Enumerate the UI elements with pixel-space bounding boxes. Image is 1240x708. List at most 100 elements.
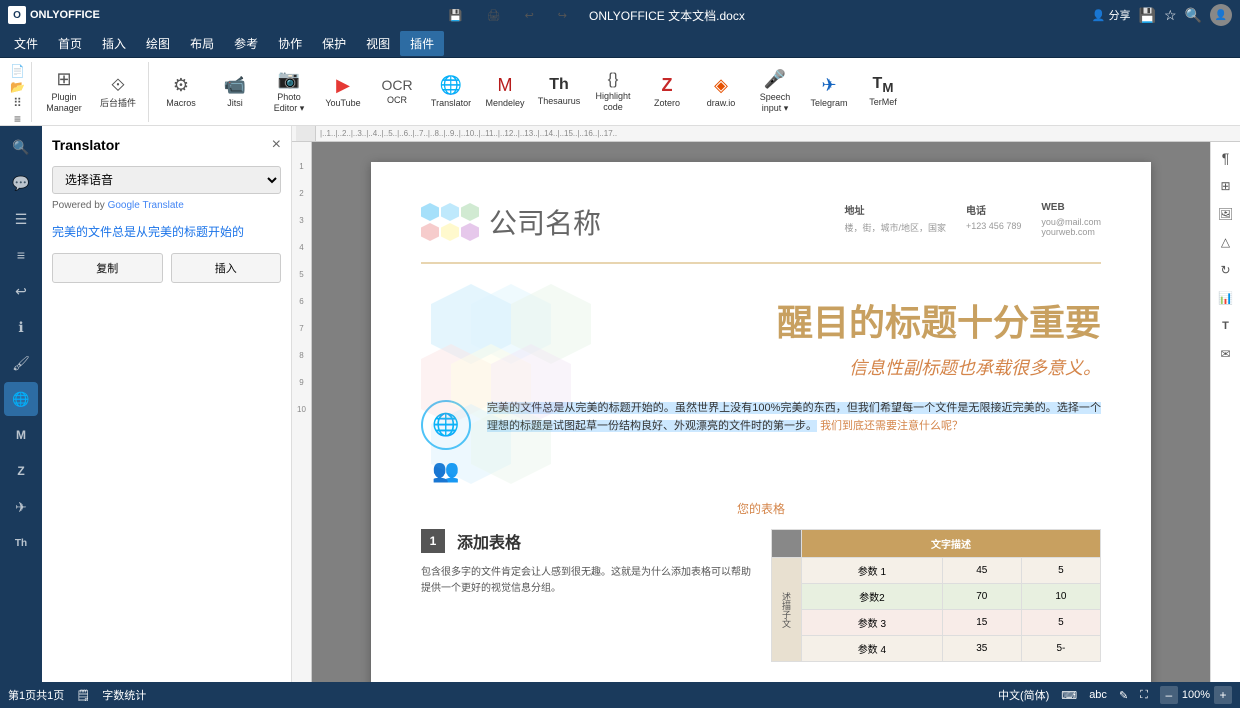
para-icon[interactable]: ¶ bbox=[1214, 146, 1238, 170]
sidebar-track[interactable]: ↩ bbox=[4, 274, 38, 308]
jitsi-label: Jitsi bbox=[227, 98, 243, 109]
ruler-corner bbox=[296, 126, 316, 142]
quick-print[interactable]: 🖨 bbox=[485, 7, 503, 24]
favorite[interactable]: ☆ bbox=[1164, 7, 1177, 24]
quick-redo[interactable]: ↪ bbox=[556, 7, 569, 24]
spell-check-icon[interactable]: abc bbox=[1089, 689, 1107, 701]
translator-header: Translator × bbox=[52, 136, 281, 154]
menu-bar: 文件 首页 插入 绘图 布局 参考 协作 保护 视图 插件 bbox=[0, 30, 1240, 58]
thesaurus-label: Thesaurus bbox=[538, 96, 581, 107]
ocr-btn[interactable]: OCR OCR bbox=[371, 64, 423, 120]
quick-save[interactable]: 💾 bbox=[447, 7, 465, 24]
track-changes-icon[interactable]: ✎ bbox=[1119, 689, 1128, 702]
image-icon[interactable]: 🖼 bbox=[1214, 202, 1238, 226]
sidebar-search[interactable]: 🔍 bbox=[4, 130, 38, 164]
row4-label: 参数 4 bbox=[802, 636, 943, 662]
doc-area-wrapper: 12345678910 bbox=[292, 142, 1240, 682]
section-title: 添加表格 bbox=[457, 529, 521, 553]
language-btn[interactable]: 中文(简体) bbox=[998, 687, 1049, 703]
highlight-code-btn[interactable]: {} Highlightcode bbox=[587, 64, 639, 120]
share-btn[interactable]: 👤 分享 bbox=[1092, 7, 1131, 23]
text-art-icon[interactable]: T bbox=[1214, 314, 1238, 338]
search-header[interactable]: 🔍 bbox=[1185, 7, 1202, 24]
doc-scroll[interactable]: 公司名称 地址 楼，街，城市/地区，国家 电话 +123 456 789 bbox=[312, 142, 1210, 682]
menu-item-view[interactable]: 视图 bbox=[356, 31, 400, 56]
translator-btn[interactable]: 🌐 Translator bbox=[425, 64, 477, 120]
row4-col3: 5- bbox=[1021, 636, 1100, 662]
youtube-label: YouTube bbox=[325, 98, 360, 109]
format-icon[interactable]: ⠿ bbox=[13, 96, 22, 110]
table-row: 述描子文 参数 1 45 5 bbox=[772, 558, 1101, 584]
mendeley-btn[interactable]: M Mendeley bbox=[479, 64, 531, 120]
sidebar-info[interactable]: ℹ bbox=[4, 310, 38, 344]
plugin-manager-btn[interactable]: ⊞ PluginManager bbox=[38, 64, 90, 120]
sidebar-zotero[interactable]: Z bbox=[4, 454, 38, 488]
row4-col2: 35 bbox=[942, 636, 1021, 662]
menu-item-references[interactable]: 参考 bbox=[224, 31, 268, 56]
content-row: 1 添加表格 包含很多字的文件肯定会让人感到很无趣。这就是为什么添加表格可以帮助… bbox=[421, 529, 1101, 662]
macros-btn[interactable]: ⚙ Macros bbox=[155, 64, 207, 120]
table-icon[interactable]: ⊞ bbox=[1214, 174, 1238, 198]
sidebar-paint[interactable]: 🖌 bbox=[4, 346, 38, 380]
shapes-icon[interactable]: △ bbox=[1214, 230, 1238, 254]
zotero-btn[interactable]: Z Zotero bbox=[641, 64, 693, 120]
fullscreen-icon[interactable]: ⛶ bbox=[1140, 689, 1148, 702]
menu-item-plugin[interactable]: 插件 bbox=[400, 31, 444, 56]
sidebar-mendeley[interactable]: M bbox=[4, 418, 38, 452]
table-row: 参数2 70 10 bbox=[772, 584, 1101, 610]
zoom-controls: – 100% + bbox=[1160, 686, 1232, 704]
section-body: 包含很多字的文件肯定会让人感到很无趣。这就是为什么添加表格可以帮助提供一个更好的… bbox=[421, 565, 751, 597]
menu-item-file[interactable]: 文件 bbox=[4, 31, 48, 56]
quick-undo[interactable]: ↩ bbox=[523, 7, 536, 24]
thesaurus-btn[interactable]: Th Thesaurus bbox=[533, 64, 585, 120]
main-layout: Translator × 选择语音 Powered by Google Tran… bbox=[42, 126, 1240, 682]
rotate-icon[interactable]: ↻ bbox=[1214, 258, 1238, 282]
profile-icon[interactable]: 👤 bbox=[1210, 4, 1232, 26]
mail-icon[interactable]: ✉ bbox=[1214, 342, 1238, 366]
translator-panel: Translator × 选择语音 Powered by Google Tran… bbox=[42, 126, 292, 682]
zoom-in-btn[interactable]: + bbox=[1214, 686, 1232, 704]
menu-item-draw[interactable]: 绘图 bbox=[136, 31, 180, 56]
insert-btn[interactable]: 插入 bbox=[171, 253, 282, 283]
row3-col3: 5 bbox=[1021, 610, 1100, 636]
new-doc-icon[interactable]: 📄 bbox=[10, 64, 25, 78]
menu-item-insert[interactable]: 插入 bbox=[92, 31, 136, 56]
termef-btn[interactable]: TM TerMef bbox=[857, 64, 909, 120]
translator-close-btn[interactable]: × bbox=[272, 136, 281, 154]
youtube-btn[interactable]: ▶ YouTube bbox=[317, 64, 369, 120]
row1-col2: 45 bbox=[942, 558, 1021, 584]
sidebar-comments[interactable]: 💬 bbox=[4, 166, 38, 200]
table-row: 参数 4 35 5- bbox=[772, 636, 1101, 662]
sidebar-telegram[interactable]: ✈ bbox=[4, 490, 38, 524]
word-count[interactable]: 字数统计 bbox=[102, 687, 146, 703]
sidebar-translator-active[interactable]: 🌐 bbox=[4, 382, 38, 416]
highlighted-text: 完美的文件总是从完美的标题开始的。虽然世界上没有100%完美的东西，但我们希望每… bbox=[487, 402, 1101, 432]
row3-label: 参数 3 bbox=[802, 610, 943, 636]
open-doc-icon[interactable]: 📂 bbox=[10, 80, 25, 94]
backstage-btn[interactable]: ⟐ 后台插件 bbox=[92, 64, 144, 120]
drawio-btn[interactable]: ◈ draw.io bbox=[695, 64, 747, 120]
body-link: 我们到底还需要注意什么呢？ bbox=[820, 420, 963, 432]
menu-item-protect[interactable]: 保护 bbox=[312, 31, 356, 56]
menu-item-layout[interactable]: 布局 bbox=[180, 31, 224, 56]
menu-item-home[interactable]: 首页 bbox=[48, 31, 92, 56]
sidebar-navigate[interactable]: ☰ bbox=[4, 202, 38, 236]
jitsi-btn[interactable]: 📹 Jitsi bbox=[209, 64, 261, 120]
body-section: 🌐 👥 完美的文件总是从完美的标题开始的。虽然世界上没有100%完美的东西，但我… bbox=[421, 400, 1101, 484]
zoom-out-btn[interactable]: – bbox=[1160, 686, 1178, 704]
menu-item-collaborate[interactable]: 协作 bbox=[268, 31, 312, 56]
sidebar-format[interactable]: ≡ bbox=[4, 238, 38, 272]
right-sidebar: ¶ ⊞ 🖼 △ ↻ 📊 T ✉ bbox=[1210, 142, 1240, 682]
photo-editor-btn[interactable]: 📷 PhotoEditor ▾ bbox=[263, 64, 315, 120]
keyboard-icon[interactable]: ⌨ bbox=[1061, 689, 1077, 702]
copy-btn[interactable]: 复制 bbox=[52, 253, 163, 283]
sidebar-thesaurus[interactable]: Th bbox=[4, 526, 38, 560]
language-select[interactable]: 选择语音 bbox=[52, 166, 281, 194]
macros-label: Macros bbox=[166, 98, 196, 109]
justify-icon[interactable]: ≡ bbox=[14, 112, 21, 126]
speech-input-btn[interactable]: 🎤 Speechinput ▾ bbox=[749, 64, 801, 120]
chart-icon[interactable]: 📊 bbox=[1214, 286, 1238, 310]
zotero-label: Zotero bbox=[654, 98, 680, 109]
telegram-btn[interactable]: ✈ Telegram bbox=[803, 64, 855, 120]
save-to-disk[interactable]: 💾 bbox=[1139, 7, 1156, 24]
